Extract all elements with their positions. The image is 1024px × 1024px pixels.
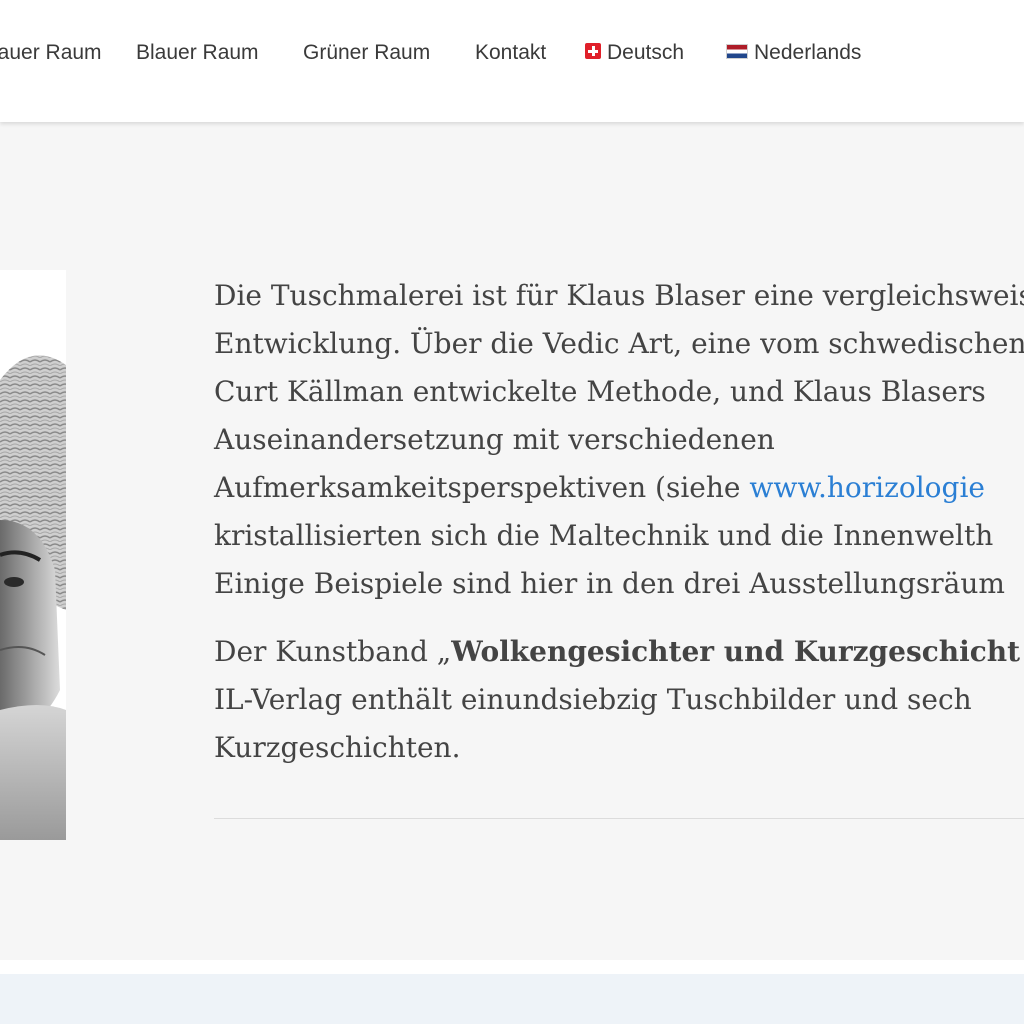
site-header: lauer Raum Blauer Raum Grüner Raum Konta…: [0, 0, 1024, 122]
intro-paragraph: Die Tuschmalerei ist für Klaus Blaser ei…: [214, 272, 1024, 608]
text-line: Aufmerksamkeitsperspektiven (siehe www.h…: [214, 464, 1024, 512]
article-text: Die Tuschmalerei ist für Klaus Blaser ei…: [214, 272, 1024, 772]
text-line: IL-Verlag enthält einundsiebzig Tuschbil…: [214, 683, 972, 716]
next-section-image: [0, 960, 1024, 1024]
nav-link-kontakt[interactable]: Kontakt: [475, 38, 546, 68]
language-deutsch[interactable]: Deutsch: [585, 38, 684, 68]
horizologie-link[interactable]: www.horizologie: [749, 471, 985, 504]
nav-link-label: lauer Raum: [0, 41, 102, 64]
language-nederlands[interactable]: Nederlands: [726, 38, 861, 68]
book-title: Wolkengesichter und Kurzgeschicht: [451, 635, 1021, 668]
artbook-paragraph: Der Kunstband „Wolkengesichter und Kurzg…: [214, 628, 1024, 772]
artist-portrait-image: [0, 270, 66, 840]
language-label: Nederlands: [754, 41, 862, 64]
nav-link-label: Kontakt: [475, 41, 547, 64]
nav-link-gruener-raum[interactable]: Grüner Raum: [303, 38, 430, 68]
text-line: Der Kunstband „Wolkengesichter und Kurzg…: [214, 628, 1024, 676]
text-line: Auseinandersetzung mit verschiedenen: [214, 423, 775, 456]
nav-link-label: Blauer Raum: [136, 41, 259, 64]
text-line: Die Tuschmalerei ist für Klaus Blaser ei…: [214, 279, 1024, 312]
content-divider: [214, 818, 1024, 819]
text-span: Der Kunstband „: [214, 635, 452, 668]
main-content: Die Tuschmalerei ist für Klaus Blaser ei…: [0, 122, 1024, 960]
text-line: Kurzgeschichten.: [214, 731, 461, 764]
language-label: Deutsch: [607, 41, 685, 64]
text-line: Entwicklung. Über die Vedic Art, eine vo…: [214, 327, 1024, 360]
text-line: Einige Beispiele sind hier in den drei A…: [214, 567, 1005, 600]
text-line: Curt Källman entwickelte Methode, und Kl…: [214, 375, 986, 408]
nav-link-label: Grüner Raum: [303, 41, 431, 64]
nav-link-roter-raum[interactable]: lauer Raum: [0, 38, 102, 68]
swiss-flag-icon: [585, 43, 601, 60]
nav-link-blauer-raum[interactable]: Blauer Raum: [136, 38, 259, 68]
text-line: kristallisierten sich die Maltechnik und…: [214, 519, 994, 552]
text-span: Aufmerksamkeitsperspektiven (siehe: [214, 471, 750, 504]
netherlands-flag-icon: [726, 43, 748, 59]
